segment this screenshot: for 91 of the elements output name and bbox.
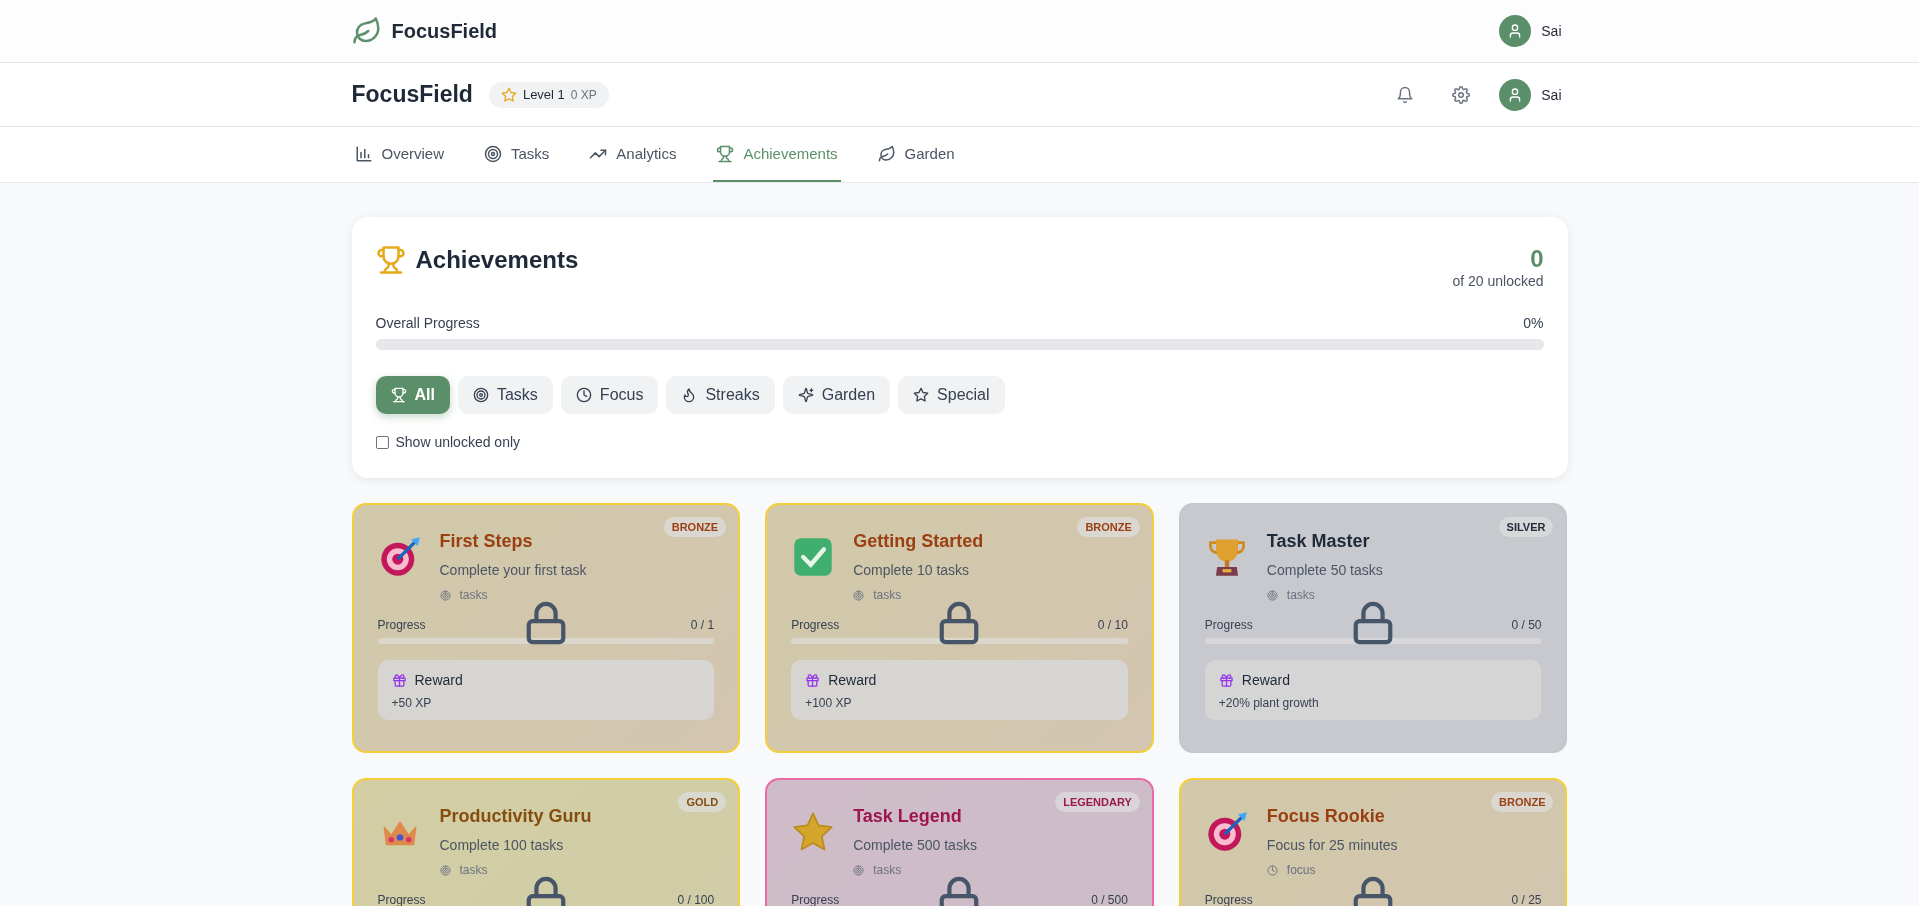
avatar-icon[interactable] (1499, 15, 1532, 47)
tier-badge: LEGENDARY (1055, 792, 1140, 812)
progress-reading: 0 / 500 (1091, 893, 1128, 906)
reward-value: +20% plant growth (1218, 696, 1320, 710)
progress-reading: 0 / 100 (677, 893, 715, 906)
user-name: Sai (1541, 23, 1562, 39)
brand-name: FocusField (391, 19, 498, 43)
category-label: tasks (1286, 588, 1315, 602)
filter-chip[interactable]: All (375, 376, 450, 414)
achievement-title: Productivity Guru (439, 806, 592, 827)
progress-label: Progress (377, 618, 426, 632)
target-icon (472, 387, 489, 403)
tier-badge: SILVER (1498, 517, 1554, 537)
gift-icon (1218, 672, 1234, 688)
achievement-title: Getting Started (853, 531, 984, 552)
achievement-description: Complete 500 tasks (853, 837, 977, 853)
avatar-icon[interactable] (1499, 78, 1532, 111)
target-icon (853, 589, 865, 601)
star-icon (913, 387, 930, 403)
category-label: tasks (459, 588, 488, 602)
achievement-description: Complete your first task (439, 562, 587, 578)
progress-reading: 0 / 25 (1511, 893, 1542, 906)
tier-badge: BRONZE (1077, 517, 1140, 537)
achievement-description: Focus for 25 minutes (1266, 837, 1398, 853)
filter-chip[interactable]: Special (898, 376, 1005, 414)
target-icon (439, 589, 451, 601)
reward-label: Reward (414, 672, 463, 688)
panel-title: Achievements (415, 246, 579, 274)
achievement-description: Complete 100 tasks (439, 837, 565, 853)
star-icon (500, 86, 517, 103)
progress-label: Overall Progress (375, 315, 480, 331)
clock-icon (1266, 864, 1278, 876)
gift-icon (805, 672, 821, 688)
reward-label: Reward (828, 672, 877, 688)
achievement-title: Task Master (1266, 531, 1371, 552)
progress-label: Progress (1204, 893, 1253, 906)
nav-tab[interactable]: Tasks (481, 127, 553, 182)
progress-reading: 0 / 10 (1097, 618, 1128, 632)
tier-badge: BRONZE (1491, 792, 1554, 812)
xp-label: 0 XP (570, 87, 597, 102)
trophy-icon (375, 245, 406, 275)
nav-tab[interactable]: Garden (874, 127, 958, 182)
checkbox-label: Show unlocked only (395, 434, 521, 450)
achievement-description: Complete 50 tasks (1266, 562, 1383, 578)
bell-icon (1396, 85, 1415, 104)
nav-tab[interactable]: Analytics (586, 127, 680, 182)
reward-value: +50 XP (391, 696, 433, 710)
reward-value: +100 XP (805, 696, 853, 710)
target-icon (1266, 589, 1278, 601)
sparkles-icon (797, 387, 814, 403)
progress-label: Progress (377, 893, 426, 906)
unlocked-count: 0 (1530, 245, 1544, 273)
filter-chip[interactable]: Streaks (666, 376, 775, 414)
filter-chip[interactable]: Tasks (457, 376, 553, 414)
checkbox[interactable] (375, 435, 389, 449)
achievement-description: Complete 10 tasks (853, 562, 971, 578)
trophy-icon (390, 387, 407, 403)
gear-icon (1452, 85, 1471, 104)
achievement-title: Task Legend (853, 806, 963, 827)
gift-icon (391, 672, 407, 688)
trophy-icon (716, 144, 735, 163)
progress-reading: 0 / 1 (690, 618, 715, 632)
category-label: tasks (873, 863, 902, 877)
progress-reading: 0% (1523, 315, 1544, 331)
tier-badge: GOLD (678, 792, 727, 812)
app-title: FocusField (351, 81, 473, 108)
achievement-title: First Steps (439, 531, 534, 552)
progress-reading: 0 / 50 (1511, 618, 1542, 632)
nav-tab[interactable]: Overview (351, 127, 447, 182)
achievement-title: Focus Rookie (1266, 806, 1386, 827)
level-label: Level 1 (522, 87, 565, 102)
progress-label: Progress (1204, 618, 1253, 632)
category-label: focus (1286, 863, 1316, 877)
filter-chip[interactable]: Garden (782, 376, 891, 414)
category-label: tasks (459, 863, 488, 877)
progress-label: Progress (791, 893, 840, 906)
target-icon (439, 864, 451, 876)
progress-label: Progress (791, 618, 840, 632)
tier-badge: BRONZE (663, 517, 727, 537)
nav-tab[interactable]: Achievements (713, 127, 841, 182)
unlocked-caption: of 20 unlocked (1452, 273, 1544, 289)
leaf-logo-icon (351, 16, 382, 46)
user-name: Sai (1541, 86, 1562, 103)
target-icon (853, 864, 865, 876)
clock-icon (575, 387, 592, 403)
filter-chip[interactable]: Focus (560, 376, 659, 414)
reward-label: Reward (1241, 672, 1291, 688)
target-icon (484, 144, 502, 163)
bar-chart-icon (354, 144, 373, 163)
category-label: tasks (873, 588, 902, 602)
leaf-icon (877, 144, 896, 163)
